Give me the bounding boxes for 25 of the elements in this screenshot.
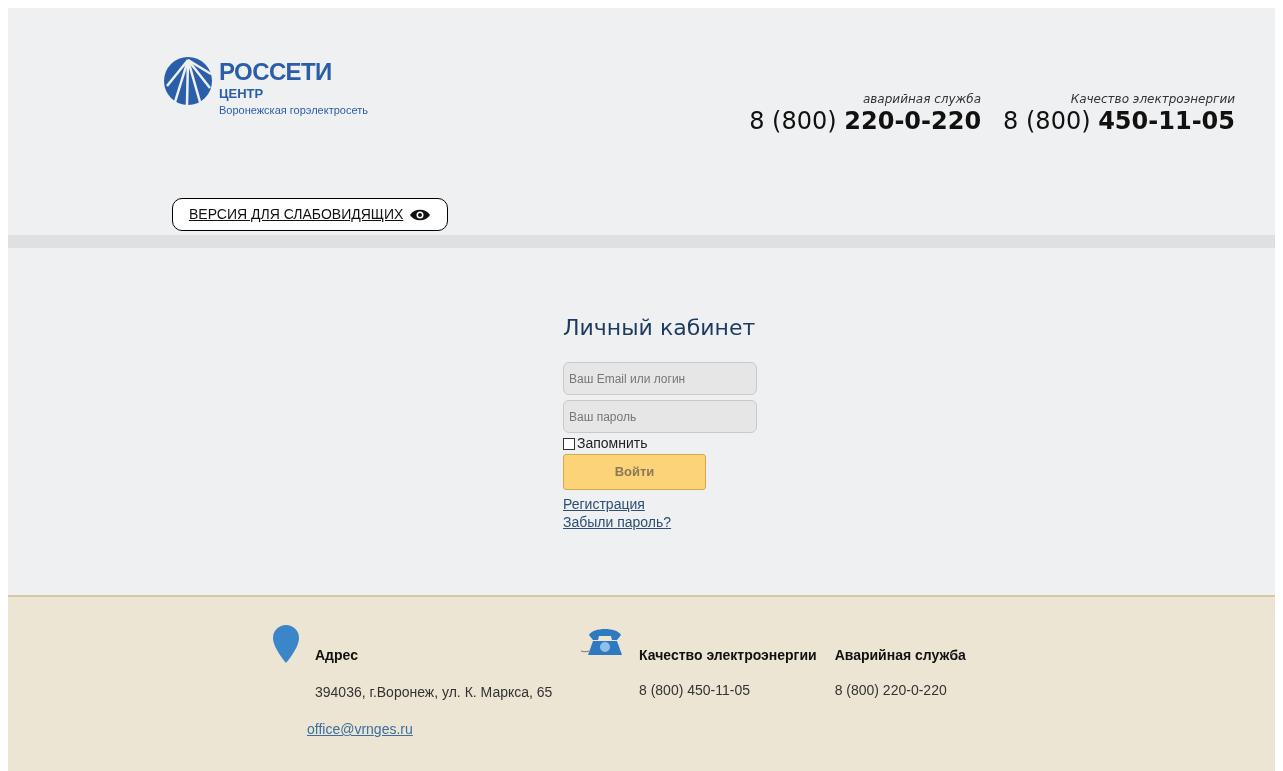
phone-number: 8 (800) 450-11-05 (1003, 108, 1235, 134)
email-link[interactable]: office@vrnges.ru (307, 719, 569, 740)
phone-caption: Качество электроэнергии (1070, 91, 1235, 108)
contact-phone: 8 (800) 450-11-05 (639, 681, 752, 700)
phone-number: 8 (800) 220-0-220 (749, 108, 982, 134)
eye-icon (409, 207, 432, 222)
login-field[interactable]: Ваш Email или логин (563, 362, 757, 395)
contact-title: Аварийная служба (834, 646, 966, 665)
contact-title: Качество электроэнергии (639, 646, 817, 665)
map-pin-icon (273, 625, 299, 663)
address-title: Адрес (315, 646, 359, 665)
logo-division: ЦЕНТР (219, 87, 265, 100)
accessibility-button[interactable]: ВЕРСИЯ ДЛЯ СЛАБОВИДЯЩИХ (172, 198, 449, 231)
form-link[interactable]: Забыли пароль? (563, 513, 672, 531)
address-text: 394036, г.Воронеж, ул. К. Маркса, 65 (315, 683, 554, 702)
logo-brand: РОССЕТИ (219, 60, 333, 84)
logo-icon (163, 56, 213, 106)
form-link[interactable]: Регистрация (563, 495, 672, 513)
remember-label: Запомнить (577, 434, 648, 453)
logo-subtitle: Воронежская горэлектросеть (219, 105, 368, 116)
phone-caption: аварийная служба (862, 91, 982, 108)
login-title: Личный кабинет (563, 314, 756, 342)
remember-checkbox[interactable] (563, 437, 575, 450)
password-field[interactable]: Ваш пароль (563, 400, 757, 433)
contact-phone: 8 (800) 220-0-220 (834, 681, 948, 700)
